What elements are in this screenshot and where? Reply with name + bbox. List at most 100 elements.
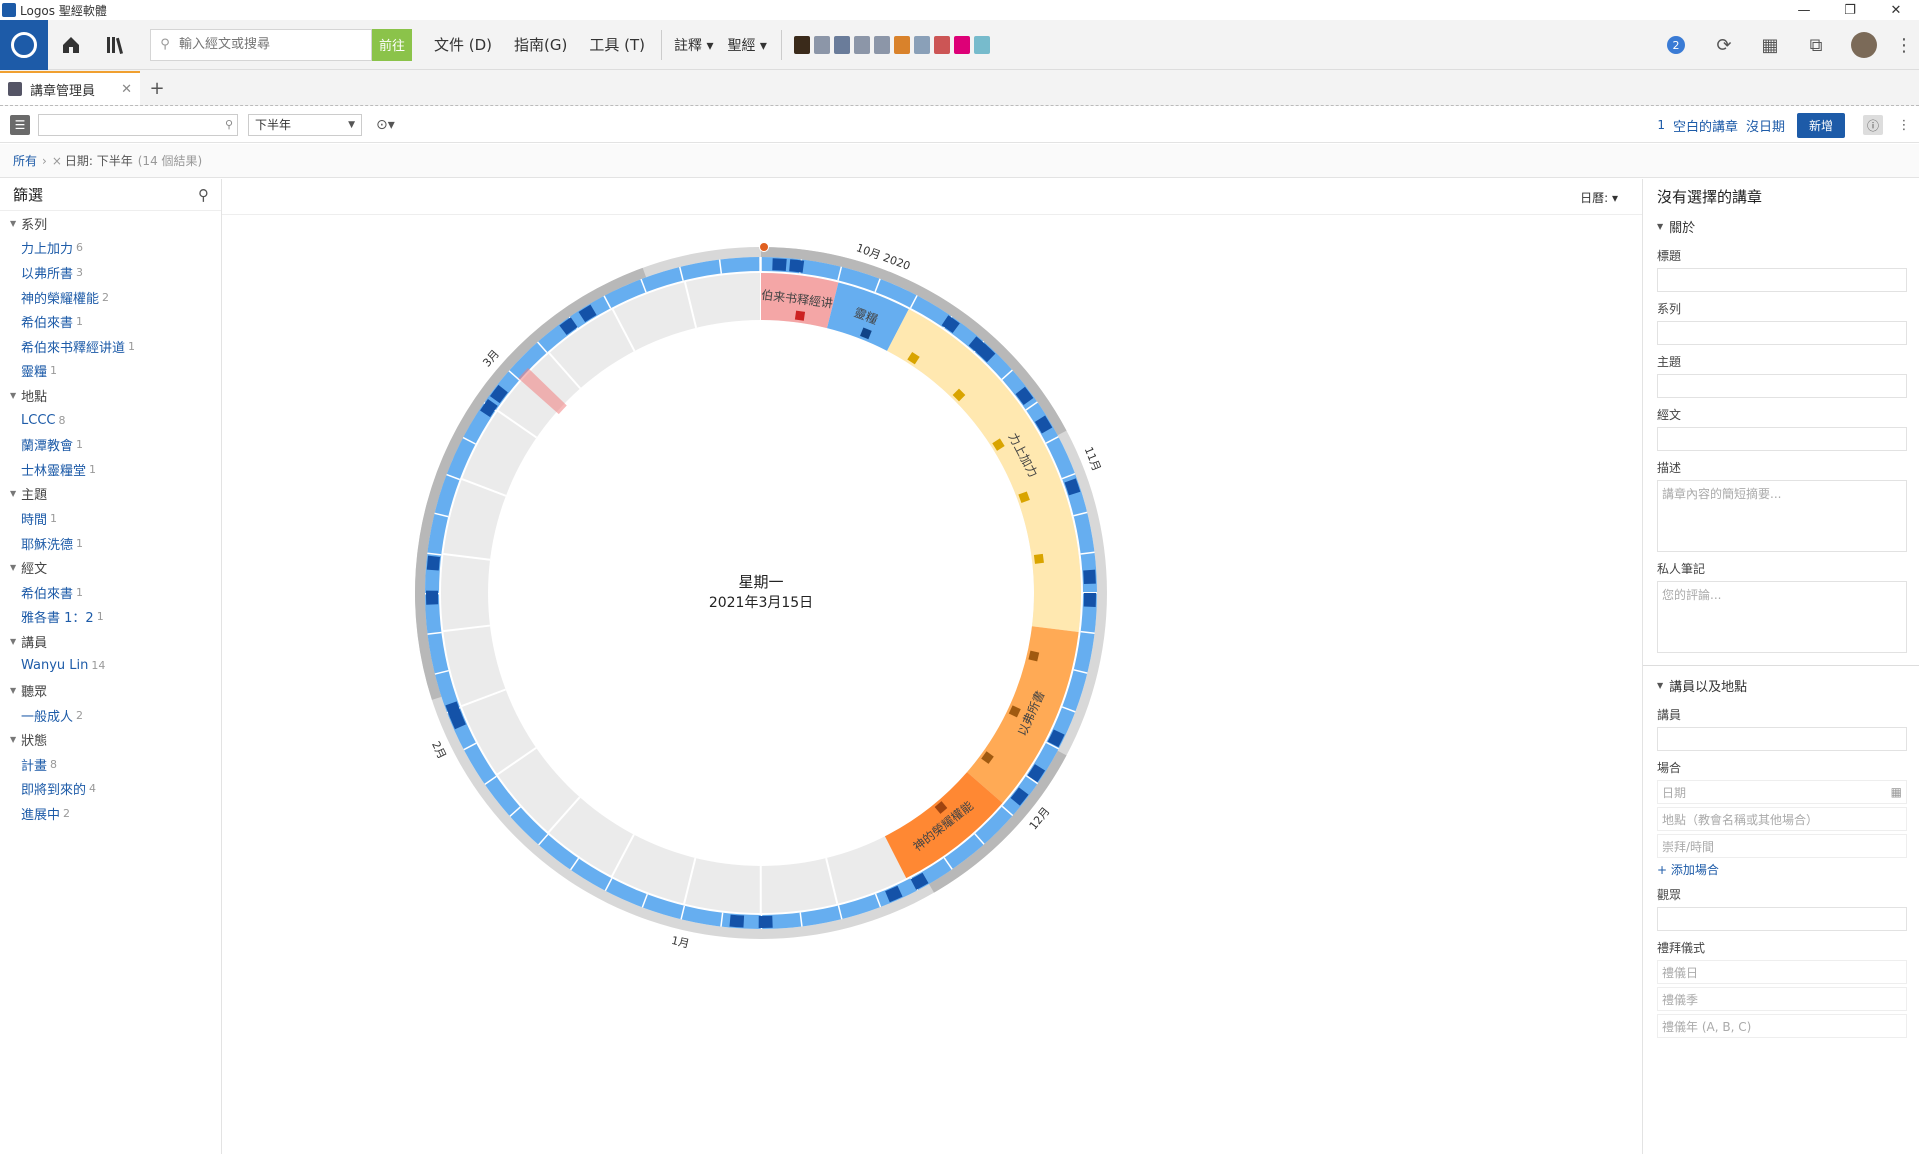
resource-stack-icon[interactable] [814, 36, 830, 54]
resource-stack-icon[interactable] [854, 36, 870, 54]
audience-field[interactable] [1657, 907, 1907, 931]
about-section-header[interactable]: ▼關於 [1657, 213, 1907, 239]
event-marker[interactable] [729, 915, 744, 928]
facet-item[interactable]: 以弗所書3 [0, 260, 221, 285]
facet-item[interactable]: 進展中2 [0, 801, 221, 826]
facet-item[interactable]: 蘭潭教會1 [0, 432, 221, 457]
topic-field[interactable] [1657, 374, 1907, 398]
occasion-service-field[interactable]: 崇拜/時間 [1657, 834, 1907, 858]
facet-group-header[interactable]: ▼經文 [0, 555, 221, 580]
facet-item[interactable]: 神的榮耀權能2 [0, 285, 221, 310]
sync-icon[interactable]: ⟳ [1701, 35, 1747, 56]
layouts-icon[interactable]: ▦ [1747, 35, 1793, 56]
search-input[interactable] [179, 37, 371, 52]
event-marker[interactable] [759, 916, 773, 928]
facet-group-header[interactable]: ▼狀態 [0, 727, 221, 752]
restore-button[interactable]: ❐ [1827, 0, 1873, 20]
series-field[interactable] [1657, 321, 1907, 345]
facet-item[interactable]: 士林靈糧堂1 [0, 457, 221, 482]
menu-tools[interactable]: 工具 (T) [589, 34, 645, 55]
scripture-field[interactable] [1657, 427, 1907, 451]
facet-group-header[interactable]: ▼聽眾 [0, 678, 221, 703]
minimize-button[interactable]: — [1781, 0, 1827, 20]
facet-item[interactable]: 時間1 [0, 506, 221, 531]
sermon-marker[interactable] [1034, 554, 1044, 564]
more-menu-icon[interactable]: ⋮ [1889, 35, 1919, 56]
resource-orange-book-icon[interactable] [894, 36, 910, 54]
menu-documents[interactable]: 文件 (D) [434, 34, 492, 55]
title-field[interactable] [1657, 268, 1907, 292]
resource-teal-book-icon[interactable] [974, 36, 990, 54]
no-date-link[interactable]: 沒日期 [1746, 116, 1785, 135]
facet-item[interactable]: 力上加力6 [0, 236, 221, 261]
new-sermon-button[interactable]: 新增 [1797, 113, 1845, 138]
commentary-dropdown[interactable]: 註釋 ▾ [674, 35, 713, 55]
speaker-section-header[interactable]: ▼講員以及地點 [1657, 672, 1907, 698]
calendar-icon[interactable]: ▦ [1891, 785, 1902, 799]
notifications-badge[interactable]: 2 [1667, 36, 1685, 54]
facet-item[interactable]: 靈糧1 [0, 359, 221, 384]
filter-search-icon[interactable]: ⚲ [198, 186, 209, 204]
panel-filter-input[interactable]: ⚲ [38, 114, 238, 136]
resource-pink-book-icon[interactable] [954, 36, 970, 54]
occasion-location-field[interactable]: 地點（教會名稱或其他場合） [1657, 807, 1907, 831]
resource-book-icon[interactable] [794, 36, 810, 54]
sermon-marker[interactable] [795, 311, 805, 321]
facet-group-header[interactable]: ▼系列 [0, 211, 221, 236]
breadcrumb-all[interactable]: 所有 [13, 152, 37, 169]
close-window-button[interactable]: ✕ [1873, 0, 1919, 20]
panel-menu-button[interactable]: ☰ [10, 115, 30, 135]
facet-item[interactable]: 雅各書 1：21 [0, 605, 221, 630]
facet-group-header[interactable]: ▼地點 [0, 383, 221, 408]
remove-filter-icon[interactable]: × [52, 154, 62, 168]
resource-stack-icon[interactable] [874, 36, 890, 54]
info-icon[interactable]: ⓘ [1863, 115, 1883, 135]
view-mode-dropdown[interactable]: 日曆: ▾ [1580, 189, 1618, 206]
user-avatar[interactable] [1851, 32, 1877, 58]
go-button[interactable]: 前往 [372, 29, 412, 61]
occasion-date-field[interactable]: 日期▦ [1657, 780, 1907, 804]
facet-group-label: 狀態 [21, 730, 47, 749]
period-select[interactable]: 下半年 ▼ [248, 114, 362, 136]
menu-guides[interactable]: 指南(G) [514, 34, 567, 55]
facet-item[interactable]: 耶穌洗德1 [0, 531, 221, 556]
description-field[interactable]: 講章內容的簡短摘要... [1657, 480, 1907, 552]
liturgy-day-field[interactable]: 禮儀日 [1657, 960, 1907, 984]
liturgy-year-field[interactable]: 禮儀年 (A, B, C) [1657, 1014, 1907, 1038]
facet-item[interactable]: Wanyu Lin14 [0, 654, 221, 679]
home-button[interactable] [48, 20, 94, 70]
library-button[interactable] [94, 20, 140, 70]
speaker-field[interactable] [1657, 727, 1907, 751]
logos-home-button[interactable] [0, 20, 48, 70]
add-tab-button[interactable]: + [140, 71, 174, 105]
resource-layout-icon[interactable] [914, 36, 930, 54]
facet-item[interactable]: LCCC8 [0, 408, 221, 433]
facet-item[interactable]: 一般成人2 [0, 703, 221, 728]
event-marker[interactable] [1084, 593, 1096, 607]
notes-field[interactable]: 您的評論... [1657, 581, 1907, 653]
bible-dropdown[interactable]: 聖經 ▾ [727, 35, 766, 55]
add-occasion-link[interactable]: + 添加場合 [1657, 861, 1907, 878]
event-marker[interactable] [426, 591, 438, 605]
resource-red-book-icon[interactable] [934, 36, 950, 54]
facet-group-header[interactable]: ▼主題 [0, 482, 221, 507]
popout-icon[interactable]: ⧉ [1793, 35, 1839, 56]
event-marker[interactable] [427, 556, 440, 571]
facet-item[interactable]: 計畫8 [0, 752, 221, 777]
resource-document-icon[interactable] [834, 36, 850, 54]
status-filter-icon[interactable]: ⊙▾ [376, 117, 395, 133]
search-box: ⚲ [150, 29, 372, 61]
facet-group-header[interactable]: ▼講員 [0, 629, 221, 654]
event-marker[interactable] [789, 259, 804, 272]
event-marker[interactable] [1083, 570, 1096, 584]
panel-more-icon[interactable]: ⋮ [1895, 118, 1913, 133]
close-tab-icon[interactable]: ✕ [121, 82, 132, 97]
facet-item[interactable]: 希伯來書1 [0, 580, 221, 605]
liturgy-season-field[interactable]: 禮儀季 [1657, 987, 1907, 1011]
empty-sermon-link[interactable]: 空白的講章 [1673, 116, 1738, 135]
facet-item[interactable]: 希伯來書1 [0, 309, 221, 334]
facet-item[interactable]: 即將到來的4 [0, 777, 221, 802]
facet-item[interactable]: 希伯來书釋經讲道1 [0, 334, 221, 359]
event-marker[interactable] [772, 258, 786, 271]
tab-sermon-manager[interactable]: 講章管理員 ✕ [0, 71, 140, 105]
